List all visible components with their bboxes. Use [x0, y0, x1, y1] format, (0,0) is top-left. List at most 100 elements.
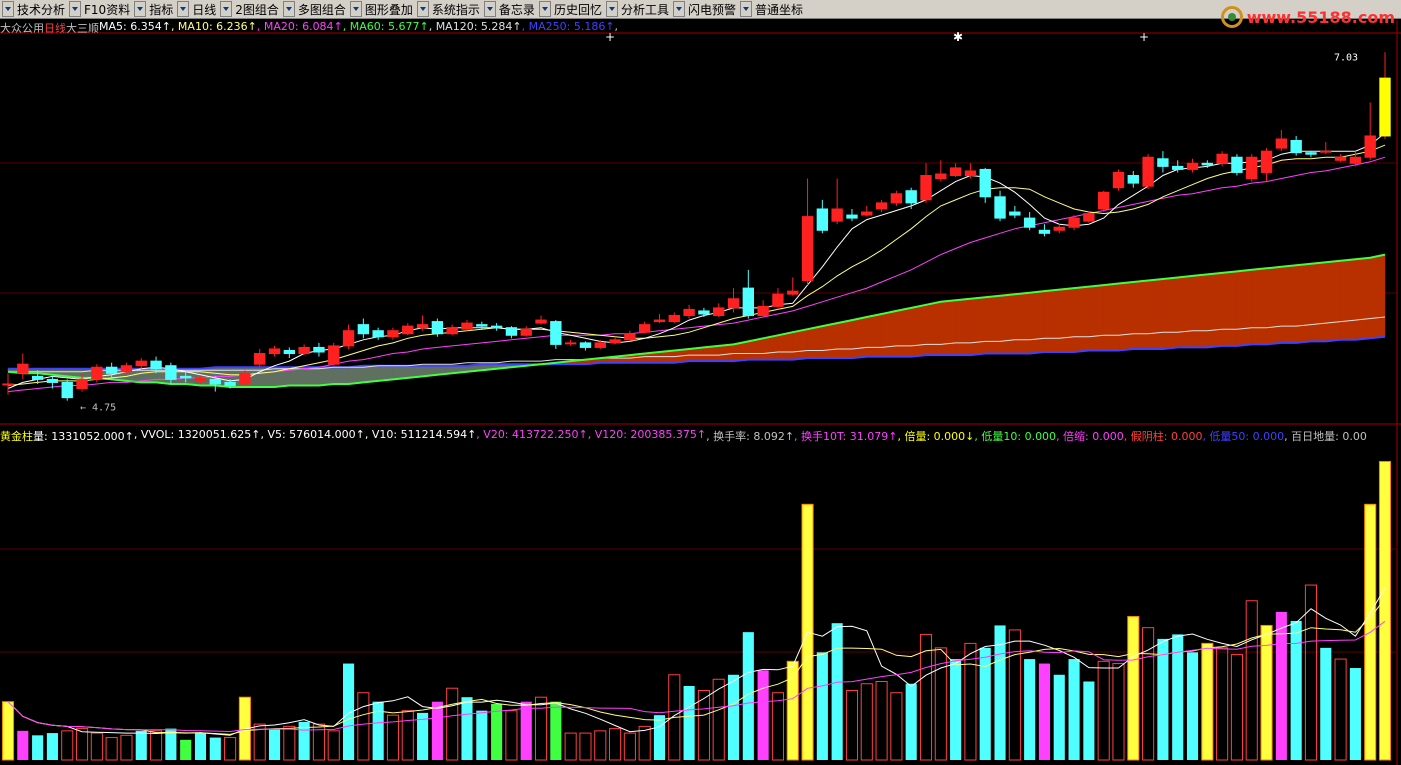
candle-body [1186, 162, 1199, 170]
ma-ribbon-segment [348, 365, 364, 385]
candle-body [1009, 211, 1021, 216]
candle-body [1260, 150, 1273, 173]
candle-body [979, 168, 991, 198]
ma-ribbon-segment [703, 345, 719, 362]
volume-bar [209, 737, 221, 760]
candle-body [372, 330, 384, 338]
candle-body [1246, 156, 1258, 180]
ma-ribbon-segment [1029, 290, 1045, 354]
ma-ribbon-segment [1088, 284, 1104, 351]
volume-bar [1186, 652, 1199, 760]
candle-body [535, 319, 547, 324]
ma-ribbon-segment [1177, 275, 1193, 348]
volume-bar [32, 735, 44, 760]
candle-body [298, 346, 310, 355]
candle-body [209, 378, 221, 385]
high-price-label: 7.03 [1334, 52, 1358, 63]
candle-body [505, 327, 518, 336]
volume-bar [1201, 642, 1214, 761]
ma-ribbon-segment [1147, 278, 1164, 350]
ma-ribbon-segment [970, 296, 986, 356]
candle-body [1290, 140, 1302, 154]
candle-body [816, 208, 829, 231]
ma-ribbon-segment [1221, 271, 1238, 347]
ma-ribbon-segment [1162, 277, 1178, 350]
candle-body [150, 360, 162, 370]
ma-ribbon-segment [1369, 254, 1386, 339]
volume-bar [1230, 654, 1243, 761]
volume-bar [816, 652, 828, 760]
candle-body [357, 324, 370, 335]
volume-bar [461, 697, 473, 760]
volume-bar [1024, 659, 1036, 760]
candle-body [757, 305, 769, 316]
ma-ribbon-segment [1059, 287, 1075, 353]
candle-body [653, 319, 666, 323]
candle-body [890, 193, 903, 204]
volume-bar [1127, 615, 1140, 761]
candle-body [61, 381, 73, 399]
volume-bar [1053, 674, 1065, 760]
candle-body [120, 365, 133, 373]
candle-body [105, 366, 118, 374]
candle-body [713, 307, 725, 316]
ma-ribbon-segment [881, 310, 897, 357]
candle-body [550, 321, 562, 345]
candle-body [1038, 229, 1051, 234]
candle-body [520, 328, 532, 336]
volume-bar [579, 732, 592, 761]
volume-bar [786, 660, 799, 761]
ma-ribbon-segment [955, 298, 971, 356]
volume-bar [964, 642, 977, 761]
volume-bar [623, 732, 636, 761]
volume-bar [180, 739, 192, 760]
ma-ribbon-segment [925, 301, 942, 356]
candle-body [31, 375, 44, 380]
volume-bar [1245, 600, 1258, 761]
volume-bar [520, 701, 532, 760]
volume-bar [357, 692, 370, 761]
candle-body [1068, 217, 1080, 228]
ma-ribbon-segment [1118, 281, 1134, 351]
candle-body [801, 216, 814, 281]
volume-bar [1157, 638, 1169, 760]
candle-body [328, 345, 340, 365]
ma-ribbon-segment [303, 366, 320, 386]
volume-bar [757, 670, 769, 760]
ma-ribbon-segment [762, 334, 779, 360]
volume-bar [638, 725, 651, 761]
candle-body [91, 366, 103, 380]
volume-bar [17, 730, 29, 760]
volume-bar [120, 734, 133, 761]
candle-body [490, 325, 503, 329]
ma-ribbon-segment [940, 299, 956, 356]
ma-ribbon-segment [1340, 258, 1356, 341]
candle-body [1231, 156, 1243, 173]
volume-bar [683, 685, 695, 760]
volume-bar [224, 737, 237, 761]
ma-ribbon-segment [792, 328, 808, 360]
volume-bar [564, 732, 577, 761]
ma-ribbon-segment [333, 366, 349, 385]
candle-body [224, 381, 236, 386]
candle-body [920, 175, 932, 201]
ma-ribbon-segment [718, 344, 734, 362]
candle-body [949, 167, 962, 177]
candle-body [416, 324, 429, 329]
candle-body [609, 339, 621, 344]
ma-ribbon-segment [777, 331, 793, 360]
volume-bar [150, 730, 163, 761]
ma-ribbon-segment [1073, 286, 1090, 353]
volume-bar [446, 687, 459, 761]
candle-body [402, 325, 414, 335]
volume-bar [1038, 663, 1051, 760]
candle-body [239, 372, 251, 385]
ma-ribbon-segment [999, 293, 1016, 354]
volume-bar [1334, 658, 1347, 761]
marker-plus: + [605, 30, 615, 44]
candle-body [1112, 171, 1125, 189]
candle-body [594, 342, 606, 348]
candle-body [742, 287, 755, 316]
candle-body [1379, 77, 1391, 137]
candle-body [846, 214, 858, 219]
